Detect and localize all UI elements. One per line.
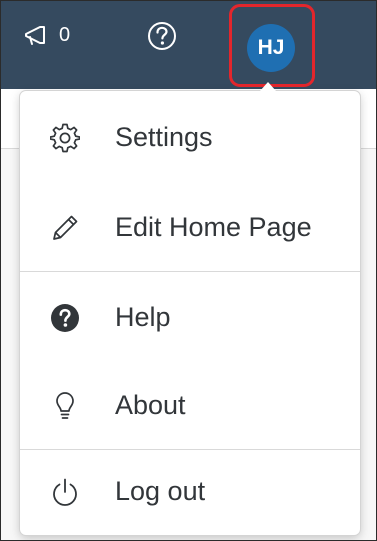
menu-pointer — [260, 82, 276, 91]
menu-item-help[interactable]: Help — [20, 273, 360, 362]
app-window: 0 HJ Settings Edit Home Page Help About … — [0, 0, 377, 541]
user-menu: Settings Edit Home Page Help About Log o… — [20, 91, 360, 535]
lightbulb-icon — [50, 391, 80, 421]
megaphone-icon — [23, 23, 53, 47]
question-circle-icon — [147, 21, 177, 51]
menu-item-label: Settings — [115, 122, 213, 152]
gear-icon — [50, 123, 80, 153]
menu-item-label: About — [115, 390, 186, 420]
menu-item-about[interactable]: About — [20, 361, 360, 450]
menu-item-label: Edit Home Page — [115, 212, 312, 242]
power-icon — [50, 477, 80, 507]
menu-separator — [20, 271, 360, 272]
menu-item-label: Log out — [115, 476, 206, 506]
menu-item-settings[interactable]: Settings — [20, 93, 360, 182]
menu-item-log-out[interactable]: Log out — [20, 447, 360, 536]
notifications-button[interactable]: 0 — [23, 23, 70, 47]
user-avatar-button[interactable]: HJ — [247, 24, 295, 72]
menu-item-edit-home-page[interactable]: Edit Home Page — [20, 183, 360, 272]
shell-bar: 0 HJ — [1, 1, 376, 89]
help-button[interactable] — [147, 21, 177, 51]
pencil-icon — [50, 213, 80, 243]
help-circle-icon — [50, 303, 80, 333]
notifications-count: 0 — [59, 24, 71, 46]
menu-item-label: Help — [115, 302, 171, 332]
